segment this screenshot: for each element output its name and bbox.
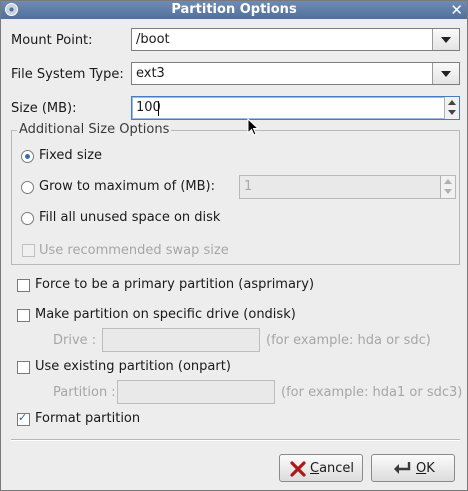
enter-arrow-icon <box>394 462 411 474</box>
spin-down-icon[interactable] <box>448 110 456 115</box>
fill-all-label[interactable]: Fill all unused space on disk <box>39 210 220 225</box>
mount-point-label: Mount Point: <box>11 33 93 48</box>
fill-all-radio[interactable] <box>21 212 34 225</box>
swap-size-checkbox[interactable] <box>22 244 35 257</box>
size-label: Size (MB): <box>11 101 77 116</box>
chevron-down-icon[interactable] <box>432 29 459 50</box>
ondisk-checkbox[interactable] <box>17 309 30 322</box>
mount-point-combo[interactable]: /boot <box>131 28 460 51</box>
drive-input[interactable] <box>102 328 260 352</box>
onpart-checkbox[interactable] <box>17 361 30 374</box>
spin-down-icon[interactable] <box>444 189 452 194</box>
mount-point-value: /boot <box>136 32 170 47</box>
ok-button[interactable]: OK <box>371 454 455 482</box>
cancel-button-label: Cancel <box>310 461 355 476</box>
dialog-title: Partition Options <box>171 2 297 17</box>
grow-max-spin-buttons[interactable] <box>440 176 455 198</box>
spin-up-icon[interactable] <box>444 179 452 184</box>
grow-max-value: 1 <box>244 179 253 194</box>
chevron-down-icon[interactable] <box>432 63 459 84</box>
size-options-title: Additional Size Options <box>17 122 172 137</box>
grow-max-radio[interactable] <box>21 181 34 194</box>
fs-type-label: File System Type: <box>11 67 124 82</box>
text-caret <box>158 101 159 116</box>
size-spin-buttons[interactable] <box>444 97 459 119</box>
fixed-size-label[interactable]: Fixed size <box>39 148 102 163</box>
partition-input[interactable] <box>117 380 275 404</box>
close-icon[interactable]: ✕ <box>450 1 463 19</box>
size-spin-input[interactable]: 100 <box>131 96 460 120</box>
spin-up-icon[interactable] <box>448 100 456 105</box>
grow-max-spin-input[interactable]: 1 <box>239 175 456 199</box>
fixed-size-radio[interactable] <box>21 150 34 163</box>
mouse-pointer-icon <box>247 118 259 136</box>
partition-options-dialog: Partition Options ✕ Mount Point: /boot F… <box>0 0 468 491</box>
ondisk-label[interactable]: Make partition on specific drive (ondisk… <box>35 307 296 322</box>
primary-partition-checkbox[interactable] <box>17 279 30 292</box>
fs-type-combo[interactable]: ext3 <box>131 62 460 85</box>
fs-type-value: ext3 <box>136 66 165 81</box>
format-partition-label[interactable]: Format partition <box>35 411 140 426</box>
primary-partition-label[interactable]: Force to be a primary partition (asprima… <box>35 277 314 292</box>
button-separator <box>11 439 460 441</box>
drive-label: Drive : <box>53 333 97 348</box>
cancel-button[interactable]: Cancel <box>279 454 363 482</box>
drive-hint: (for example: hda or sdc) <box>266 333 431 348</box>
partition-hint: (for example: hda1 or sdc3) <box>281 385 463 400</box>
title-bar[interactable]: Partition Options ✕ <box>1 1 467 19</box>
grow-max-label[interactable]: Grow to maximum of (MB): <box>39 179 215 194</box>
onpart-label[interactable]: Use existing partition (onpart) <box>35 359 231 374</box>
swap-size-label: Use recommended swap size <box>39 243 229 258</box>
ok-button-label: OK <box>416 461 435 476</box>
cancel-icon <box>290 461 306 477</box>
partition-label: Partition : <box>53 385 116 400</box>
format-partition-checkbox[interactable] <box>17 411 30 426</box>
